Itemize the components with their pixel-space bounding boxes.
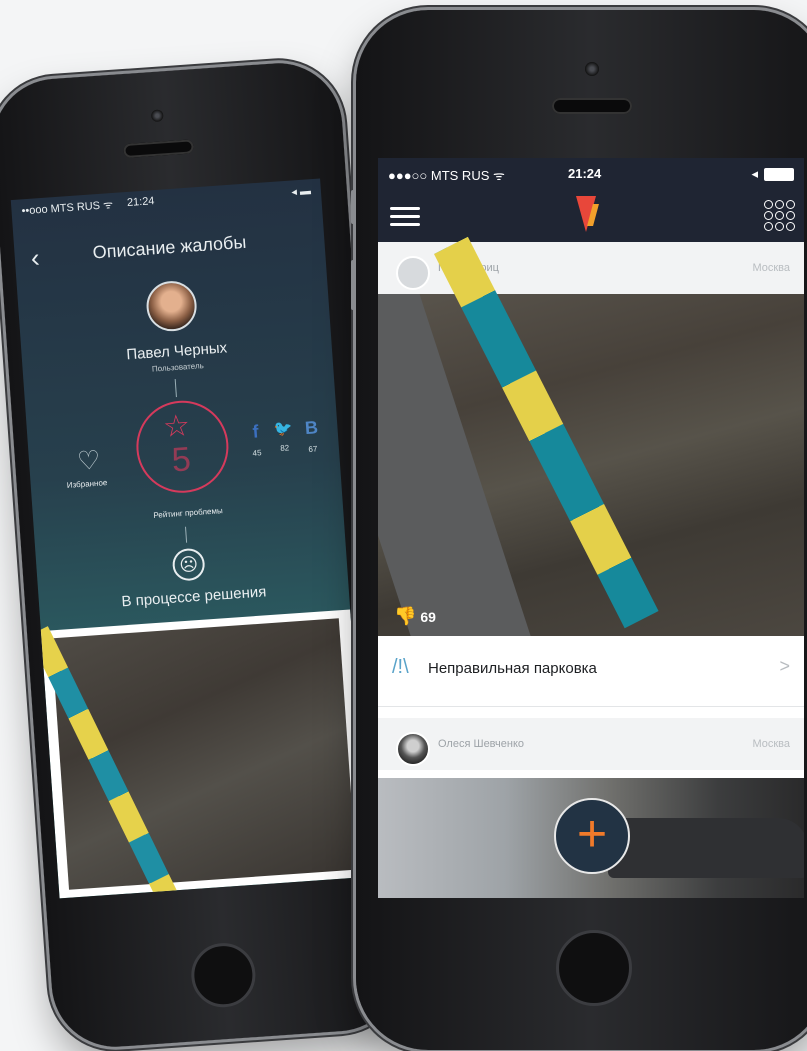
share-facebook-button[interactable]: f 45 [243,421,269,459]
post-location: Москва [752,262,790,274]
avatar[interactable] [144,279,199,333]
post-category-row[interactable]: /!\ Неправильная парковка > [378,636,804,707]
heart-icon[interactable]: ♡ [76,445,101,478]
page-title: Описание жалобы [92,231,247,263]
home-button [189,941,258,1010]
left-phone: ••ooo MTS RUS ᯤ 21:24 ◂ ▬ ‹ Описание жал… [0,58,406,1051]
complaint-detail-screen: ••ooo MTS RUS ᯤ 21:24 ◂ ▬ ‹ Описание жал… [10,178,369,899]
earpiece-speaker [123,139,194,159]
battery-icon: ◂ ▬ [290,184,312,199]
feed-screen: ●●●○○ MTS RUS ᯤ 21:24 ◂ Павел Дриц Москв… [378,158,804,898]
facebook-icon: f [251,421,260,442]
time-label: 21:24 [568,166,602,181]
sad-face-icon: ☹ [171,547,206,582]
post-header[interactable]: Олеся Шевченко Москва [378,718,804,770]
status-bar: ••ooo MTS RUS ᯤ 21:24 ◂ ▬ [11,179,322,223]
facebook-count: 45 [252,448,262,458]
road-sign-icon: /!\ [392,656,409,678]
dislike-button[interactable]: 👎 69 [394,606,436,627]
volume-button [351,260,355,310]
grid-menu-icon[interactable] [764,200,795,231]
volume-button [351,190,355,224]
carrier-label: ••ooo MTS RUS ᯤ [21,198,114,217]
time-label: 21:24 [126,195,155,210]
post-category: Неправильная парковка [428,660,597,677]
post-photo[interactable] [378,236,804,654]
divider [174,379,177,398]
chevron-right-icon: > [779,656,790,676]
vk-icon: B [304,417,319,439]
car-graphic [608,818,804,878]
add-complaint-button[interactable]: + [554,798,630,874]
carrier-label: ●●●○○ MTS RUS ᯤ [388,168,505,183]
battery-icon [764,168,794,181]
post-location: Москва [752,738,790,750]
top-nav-bar [378,188,804,242]
earpiece-speaker [552,98,632,114]
dislike-icon: 👎 [394,606,417,626]
location-icon: ◂ [751,166,758,181]
favorite-label: Избранное [66,478,108,490]
divider [185,526,188,543]
avatar[interactable] [396,732,430,766]
dislike-count: 69 [420,609,436,625]
complaint-photo[interactable] [28,609,369,899]
vk-count: 67 [308,444,318,454]
status-text: В процессе решения [120,583,267,611]
avatar[interactable] [396,256,430,290]
post-author[interactable]: Олеся Шевченко [438,738,524,750]
photo-image [28,618,357,899]
rating-label: Рейтинг проблемы [153,506,223,520]
rating-value: 5 [170,440,193,480]
share-vk-button[interactable]: B 67 [299,417,325,455]
twitter-count: 82 [280,443,290,453]
right-phone: ●●●○○ MTS RUS ᯤ 21:24 ◂ Павел Дриц Москв… [351,10,807,1050]
twitter-icon: 🐦 [273,420,294,439]
share-twitter-button[interactable]: 🐦 82 [271,419,297,454]
home-button [556,930,632,1006]
menu-icon[interactable] [390,202,420,231]
curb-graphic [28,626,189,899]
status-bar: ●●●○○ MTS RUS ᯤ 21:24 ◂ [378,158,804,188]
front-camera [150,109,164,123]
front-camera [585,62,599,76]
